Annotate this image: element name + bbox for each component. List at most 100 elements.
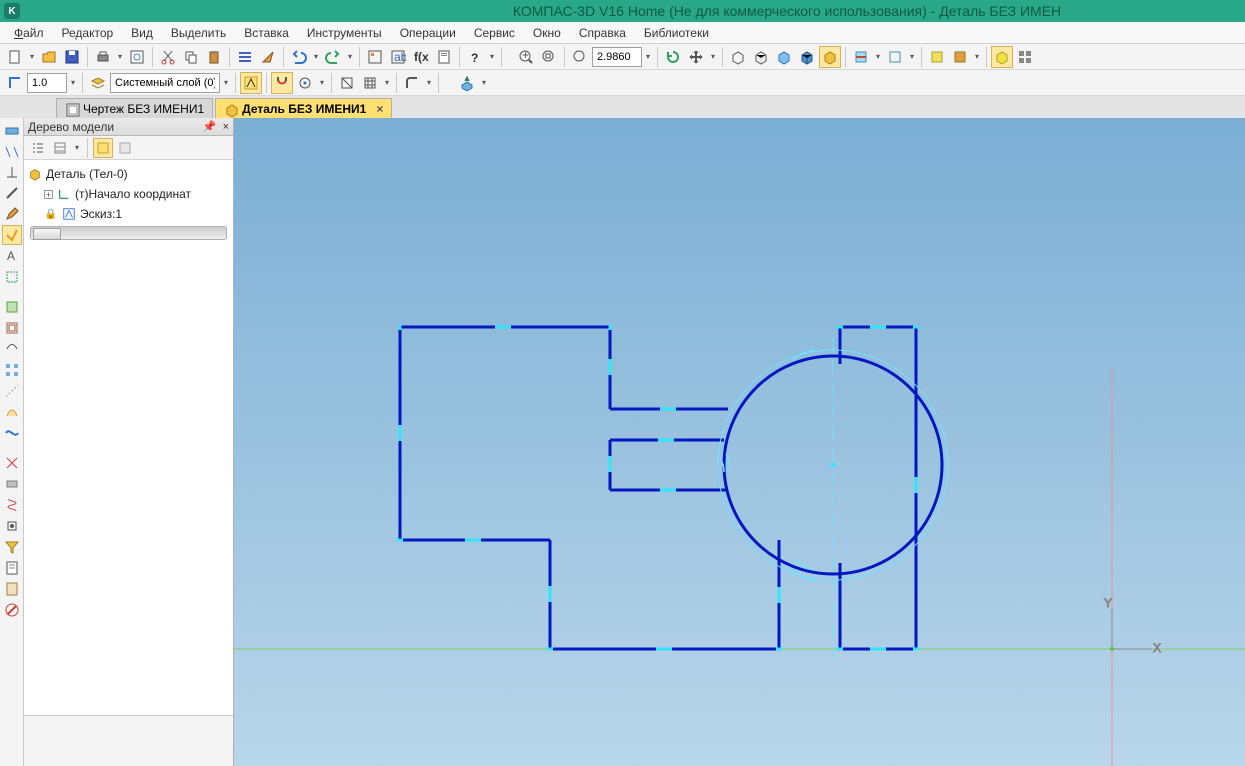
array-tool[interactable] (2, 360, 22, 380)
spring-tool[interactable] (2, 495, 22, 515)
scale-input[interactable] (27, 73, 67, 93)
menu-window[interactable]: Окно (525, 24, 569, 42)
curve-tool[interactable] (2, 423, 22, 443)
hidden-button[interactable] (750, 46, 772, 68)
new-button[interactable] (4, 46, 26, 68)
layer-manager-button[interactable] (87, 72, 109, 94)
brush-button[interactable] (257, 46, 279, 68)
zoom-input[interactable] (592, 47, 642, 67)
scale-dropdown[interactable]: ▾ (68, 72, 78, 94)
grid-button[interactable] (359, 72, 381, 94)
extrude-dropdown[interactable]: ▾ (479, 72, 489, 94)
zoom-area-button[interactable] (569, 46, 591, 68)
snap-settings-button[interactable] (294, 72, 316, 94)
tree-slider[interactable] (30, 226, 227, 240)
redo-button[interactable] (322, 46, 344, 68)
help-button[interactable]: ? (464, 46, 486, 68)
report-tool[interactable] (2, 579, 22, 599)
menu-view[interactable]: Вид (123, 24, 161, 42)
simplify-dropdown[interactable]: ▾ (907, 46, 917, 68)
simplify-button[interactable] (884, 46, 906, 68)
menu-insert[interactable]: Вставка (236, 24, 297, 42)
pan-button[interactable] (685, 46, 707, 68)
menu-help[interactable]: Справка (571, 24, 634, 42)
spec-tool[interactable] (2, 558, 22, 578)
report-button[interactable] (433, 46, 455, 68)
zoom-dropdown[interactable]: ▾ (643, 46, 653, 68)
tab-part[interactable]: Деталь БЕЗ ИМЕНИ1 × (215, 98, 392, 118)
fx-button[interactable]: f(x) (410, 46, 432, 68)
undo-button[interactable] (288, 46, 310, 68)
tree-display-2[interactable] (115, 138, 135, 158)
material-dropdown[interactable]: ▾ (972, 46, 982, 68)
color-button[interactable] (926, 46, 948, 68)
element-tool[interactable] (2, 516, 22, 536)
filter-tool[interactable] (2, 537, 22, 557)
highlight-button[interactable] (991, 46, 1013, 68)
rebuild-button[interactable] (1014, 46, 1036, 68)
cut-button[interactable] (157, 46, 179, 68)
geometry-tool[interactable] (2, 120, 22, 140)
param-tool[interactable] (2, 225, 22, 245)
sheet-tool[interactable] (2, 474, 22, 494)
pin-icon[interactable]: 📌 (203, 120, 217, 133)
ortho-button[interactable] (4, 72, 26, 94)
tree-origin[interactable]: + (т)Начало координат (26, 184, 231, 204)
wireframe-button[interactable] (727, 46, 749, 68)
panel-close-icon[interactable]: × (223, 121, 229, 133)
diagnostic-tool[interactable] (2, 600, 22, 620)
snap-button[interactable] (271, 72, 293, 94)
tree-display-1[interactable] (93, 138, 113, 158)
undo-dropdown[interactable]: ▾ (311, 46, 321, 68)
new-dropdown[interactable]: ▾ (27, 46, 37, 68)
round-dropdown[interactable]: ▾ (424, 72, 434, 94)
material-button[interactable] (949, 46, 971, 68)
copy-button[interactable] (180, 46, 202, 68)
shell-tool[interactable] (2, 318, 22, 338)
select-tool[interactable] (2, 267, 22, 287)
close-icon[interactable]: × (376, 102, 383, 116)
menu-operations[interactable]: Операции (392, 24, 464, 42)
dimension-tool[interactable] (2, 141, 22, 161)
designate-tool[interactable] (2, 162, 22, 182)
perspective-button[interactable] (819, 46, 841, 68)
help-dropdown[interactable]: ▾ (487, 46, 497, 68)
tree-mode-2[interactable] (50, 138, 70, 158)
menu-libraries[interactable]: Библиотеки (636, 24, 717, 42)
refresh-button[interactable] (662, 46, 684, 68)
print-button[interactable] (92, 46, 114, 68)
constraints-button[interactable] (336, 72, 358, 94)
sketch-geometry[interactable] (397, 324, 948, 668)
shaded-button[interactable] (773, 46, 795, 68)
zoom-fit-button[interactable] (538, 46, 560, 68)
tab-drawing[interactable]: Чертеж БЕЗ ИМЕНИ1 (56, 98, 213, 118)
open-button[interactable] (38, 46, 60, 68)
shaded-edges-button[interactable] (796, 46, 818, 68)
menu-editor[interactable]: Редактор (54, 24, 122, 42)
properties-button[interactable] (234, 46, 256, 68)
measure-tool[interactable]: A (2, 246, 22, 266)
manager-button[interactable] (364, 46, 386, 68)
paste-button[interactable] (203, 46, 225, 68)
zoom-in-button[interactable]: + (515, 46, 537, 68)
variable-button[interactable]: ab (387, 46, 409, 68)
tree-sketch[interactable]: 🔒 Эскиз:1 (26, 204, 231, 224)
save-button[interactable] (61, 46, 83, 68)
section-dropdown[interactable]: ▾ (873, 46, 883, 68)
extrude-button[interactable] (456, 72, 478, 94)
grid-dropdown[interactable]: ▾ (382, 72, 392, 94)
menu-service[interactable]: Сервис (466, 24, 523, 42)
edit-tool[interactable] (2, 204, 22, 224)
round-button[interactable] (401, 72, 423, 94)
menu-select[interactable]: Выделить (163, 24, 234, 42)
print-preview-button[interactable] (126, 46, 148, 68)
print-dropdown[interactable]: ▾ (115, 46, 125, 68)
layer-dropdown[interactable]: ▾ (221, 72, 231, 94)
spatial-tool[interactable] (2, 339, 22, 359)
surface-tool[interactable] (2, 402, 22, 422)
sketch-button[interactable] (240, 72, 262, 94)
tree-mode-1[interactable] (28, 138, 48, 158)
menu-file[interactable]: Файл (6, 24, 52, 42)
tree-mode-dropdown[interactable]: ▾ (72, 137, 82, 159)
expand-icon[interactable]: + (44, 190, 53, 199)
